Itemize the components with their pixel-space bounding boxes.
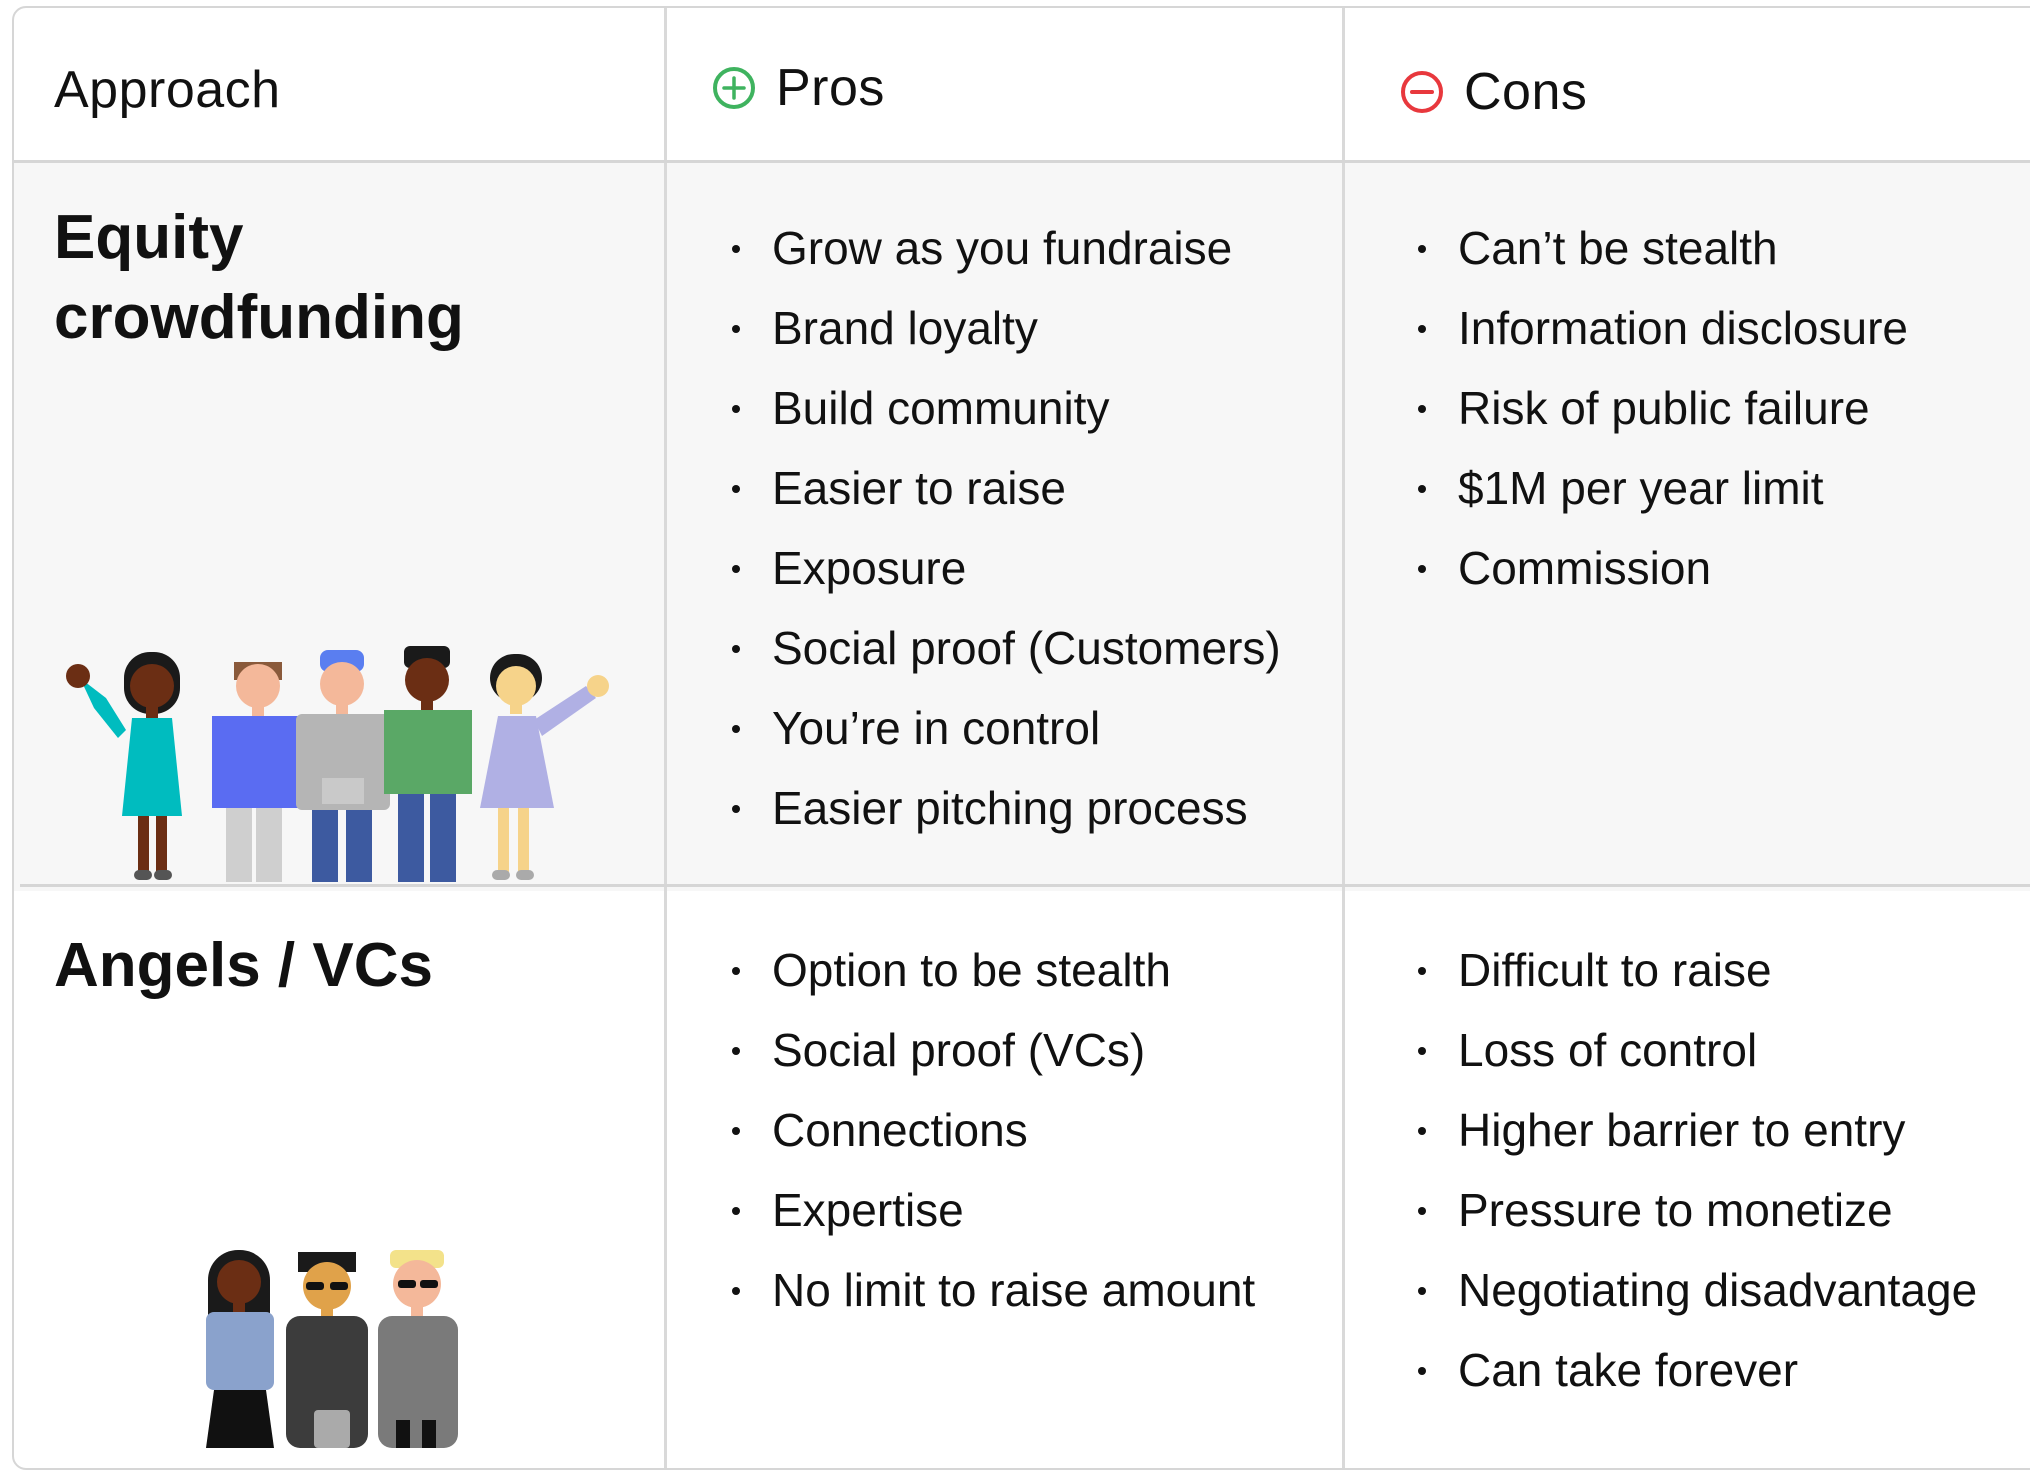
list-item: Grow as you fundraise: [724, 208, 1281, 288]
pros-list-equity-crowdfunding: Grow as you fundraise Brand loyalty Buil…: [724, 208, 1281, 848]
list-item: Higher barrier to entry: [1410, 1090, 1977, 1170]
list-item: Exposure: [724, 528, 1281, 608]
header-cons: Cons: [1400, 66, 1587, 118]
column-divider: [1342, 8, 1345, 1468]
header-approach: Approach: [54, 64, 281, 116]
list-item: Can take forever: [1410, 1330, 1977, 1410]
header-cons-label: Cons: [1464, 63, 1588, 121]
list-item: Expertise: [724, 1170, 1255, 1250]
row-title-angels-vcs: Angels / VCs: [54, 931, 433, 1000]
cons-list-angels-vcs: Difficult to raise Loss of control Highe…: [1410, 930, 1977, 1410]
column-divider: [664, 8, 667, 1468]
list-item: Easier to raise: [724, 448, 1281, 528]
list-item: Social proof (Customers): [724, 608, 1281, 688]
minus-circle-icon: [1401, 71, 1443, 113]
list-item: Commission: [1410, 528, 1908, 608]
list-item: Easier pitching process: [724, 768, 1281, 848]
crowd-of-people-icon: [66, 646, 609, 882]
list-item: Can’t be stealth: [1410, 208, 1908, 288]
row-title-equity-crowdfunding: Equity crowdfunding: [54, 203, 464, 352]
list-item: Difficult to raise: [1410, 930, 1977, 1010]
pros-list-angels-vcs: Option to be stealth Social proof (VCs) …: [724, 930, 1255, 1330]
list-item: Social proof (VCs): [724, 1010, 1255, 1090]
list-item: Information disclosure: [1410, 288, 1908, 368]
header-pros-label: Pros: [776, 59, 885, 117]
list-item: You’re in control: [724, 688, 1281, 768]
list-item: Brand loyalty: [724, 288, 1281, 368]
plus-circle-icon: [713, 67, 755, 109]
list-item: Risk of public failure: [1410, 368, 1908, 448]
list-item: Connections: [724, 1090, 1255, 1170]
list-item: $1M per year limit: [1410, 448, 1908, 528]
list-item: Option to be stealth: [724, 930, 1255, 1010]
header-approach-label: Approach: [54, 61, 281, 119]
list-item: Negotiating disadvantage: [1410, 1250, 1977, 1330]
header-pros: Pros: [712, 62, 885, 114]
row-divider: [14, 160, 2030, 163]
comparison-table: Approach Pros Cons Equity crowdfunding G…: [12, 6, 2030, 1470]
list-item: Build community: [724, 368, 1281, 448]
investors-group-icon: [206, 1250, 458, 1448]
list-item: Loss of control: [1410, 1010, 1977, 1090]
list-item: No limit to raise amount: [724, 1250, 1255, 1330]
list-item: Pressure to monetize: [1410, 1170, 1977, 1250]
cons-list-equity-crowdfunding: Can’t be stealth Information disclosure …: [1410, 208, 1908, 608]
